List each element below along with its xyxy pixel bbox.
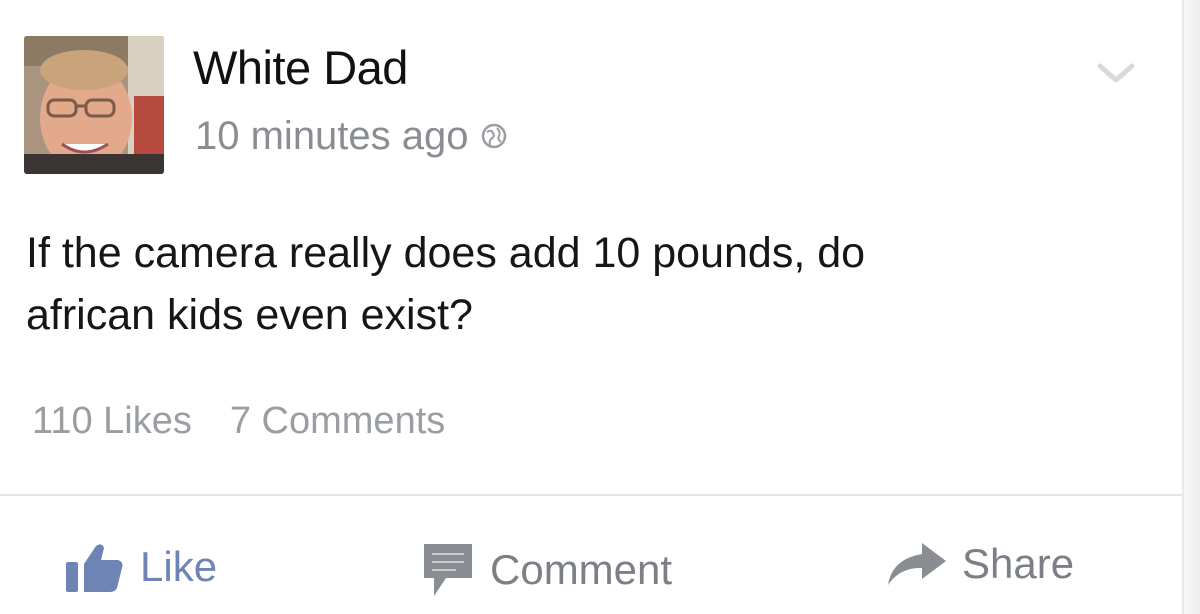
- share-label: Share: [962, 540, 1075, 587]
- share-arrow-icon: [886, 541, 948, 587]
- comment-button[interactable]: Comment: [420, 540, 672, 600]
- comments-count[interactable]: 7 Comments: [230, 400, 445, 443]
- share-button[interactable]: Share: [886, 540, 1074, 588]
- divider: [0, 494, 1182, 496]
- like-label: Like: [140, 543, 218, 590]
- post-meta: 10 minutes ago: [195, 114, 507, 158]
- post-text-line: If the camera really does add 10 pounds,…: [26, 229, 866, 277]
- like-button[interactable]: Like: [64, 540, 217, 594]
- author-name[interactable]: White Dad: [193, 40, 408, 95]
- window-edge: [1184, 0, 1200, 614]
- thumbs-up-icon: [64, 540, 126, 594]
- comment-bubble-icon: [420, 540, 476, 600]
- comment-label: Comment: [490, 546, 673, 593]
- timestamp[interactable]: 10 minutes ago: [195, 114, 469, 159]
- post-card: White Dad 10 minutes ago If the camera r…: [0, 0, 1184, 614]
- action-bar: Like Comment Share: [0, 540, 1182, 614]
- post-text-line: african kids even exist?: [26, 291, 473, 339]
- post-stats: 110 Likes 7 Comments: [32, 400, 445, 443]
- avatar[interactable]: [24, 36, 164, 174]
- globe-icon: [481, 123, 507, 149]
- chevron-down-icon[interactable]: [1094, 58, 1138, 88]
- likes-count[interactable]: 110 Likes: [32, 400, 192, 443]
- post-text: If the camera really does add 10 pounds,…: [26, 222, 1166, 346]
- avatar-photo: [24, 36, 164, 174]
